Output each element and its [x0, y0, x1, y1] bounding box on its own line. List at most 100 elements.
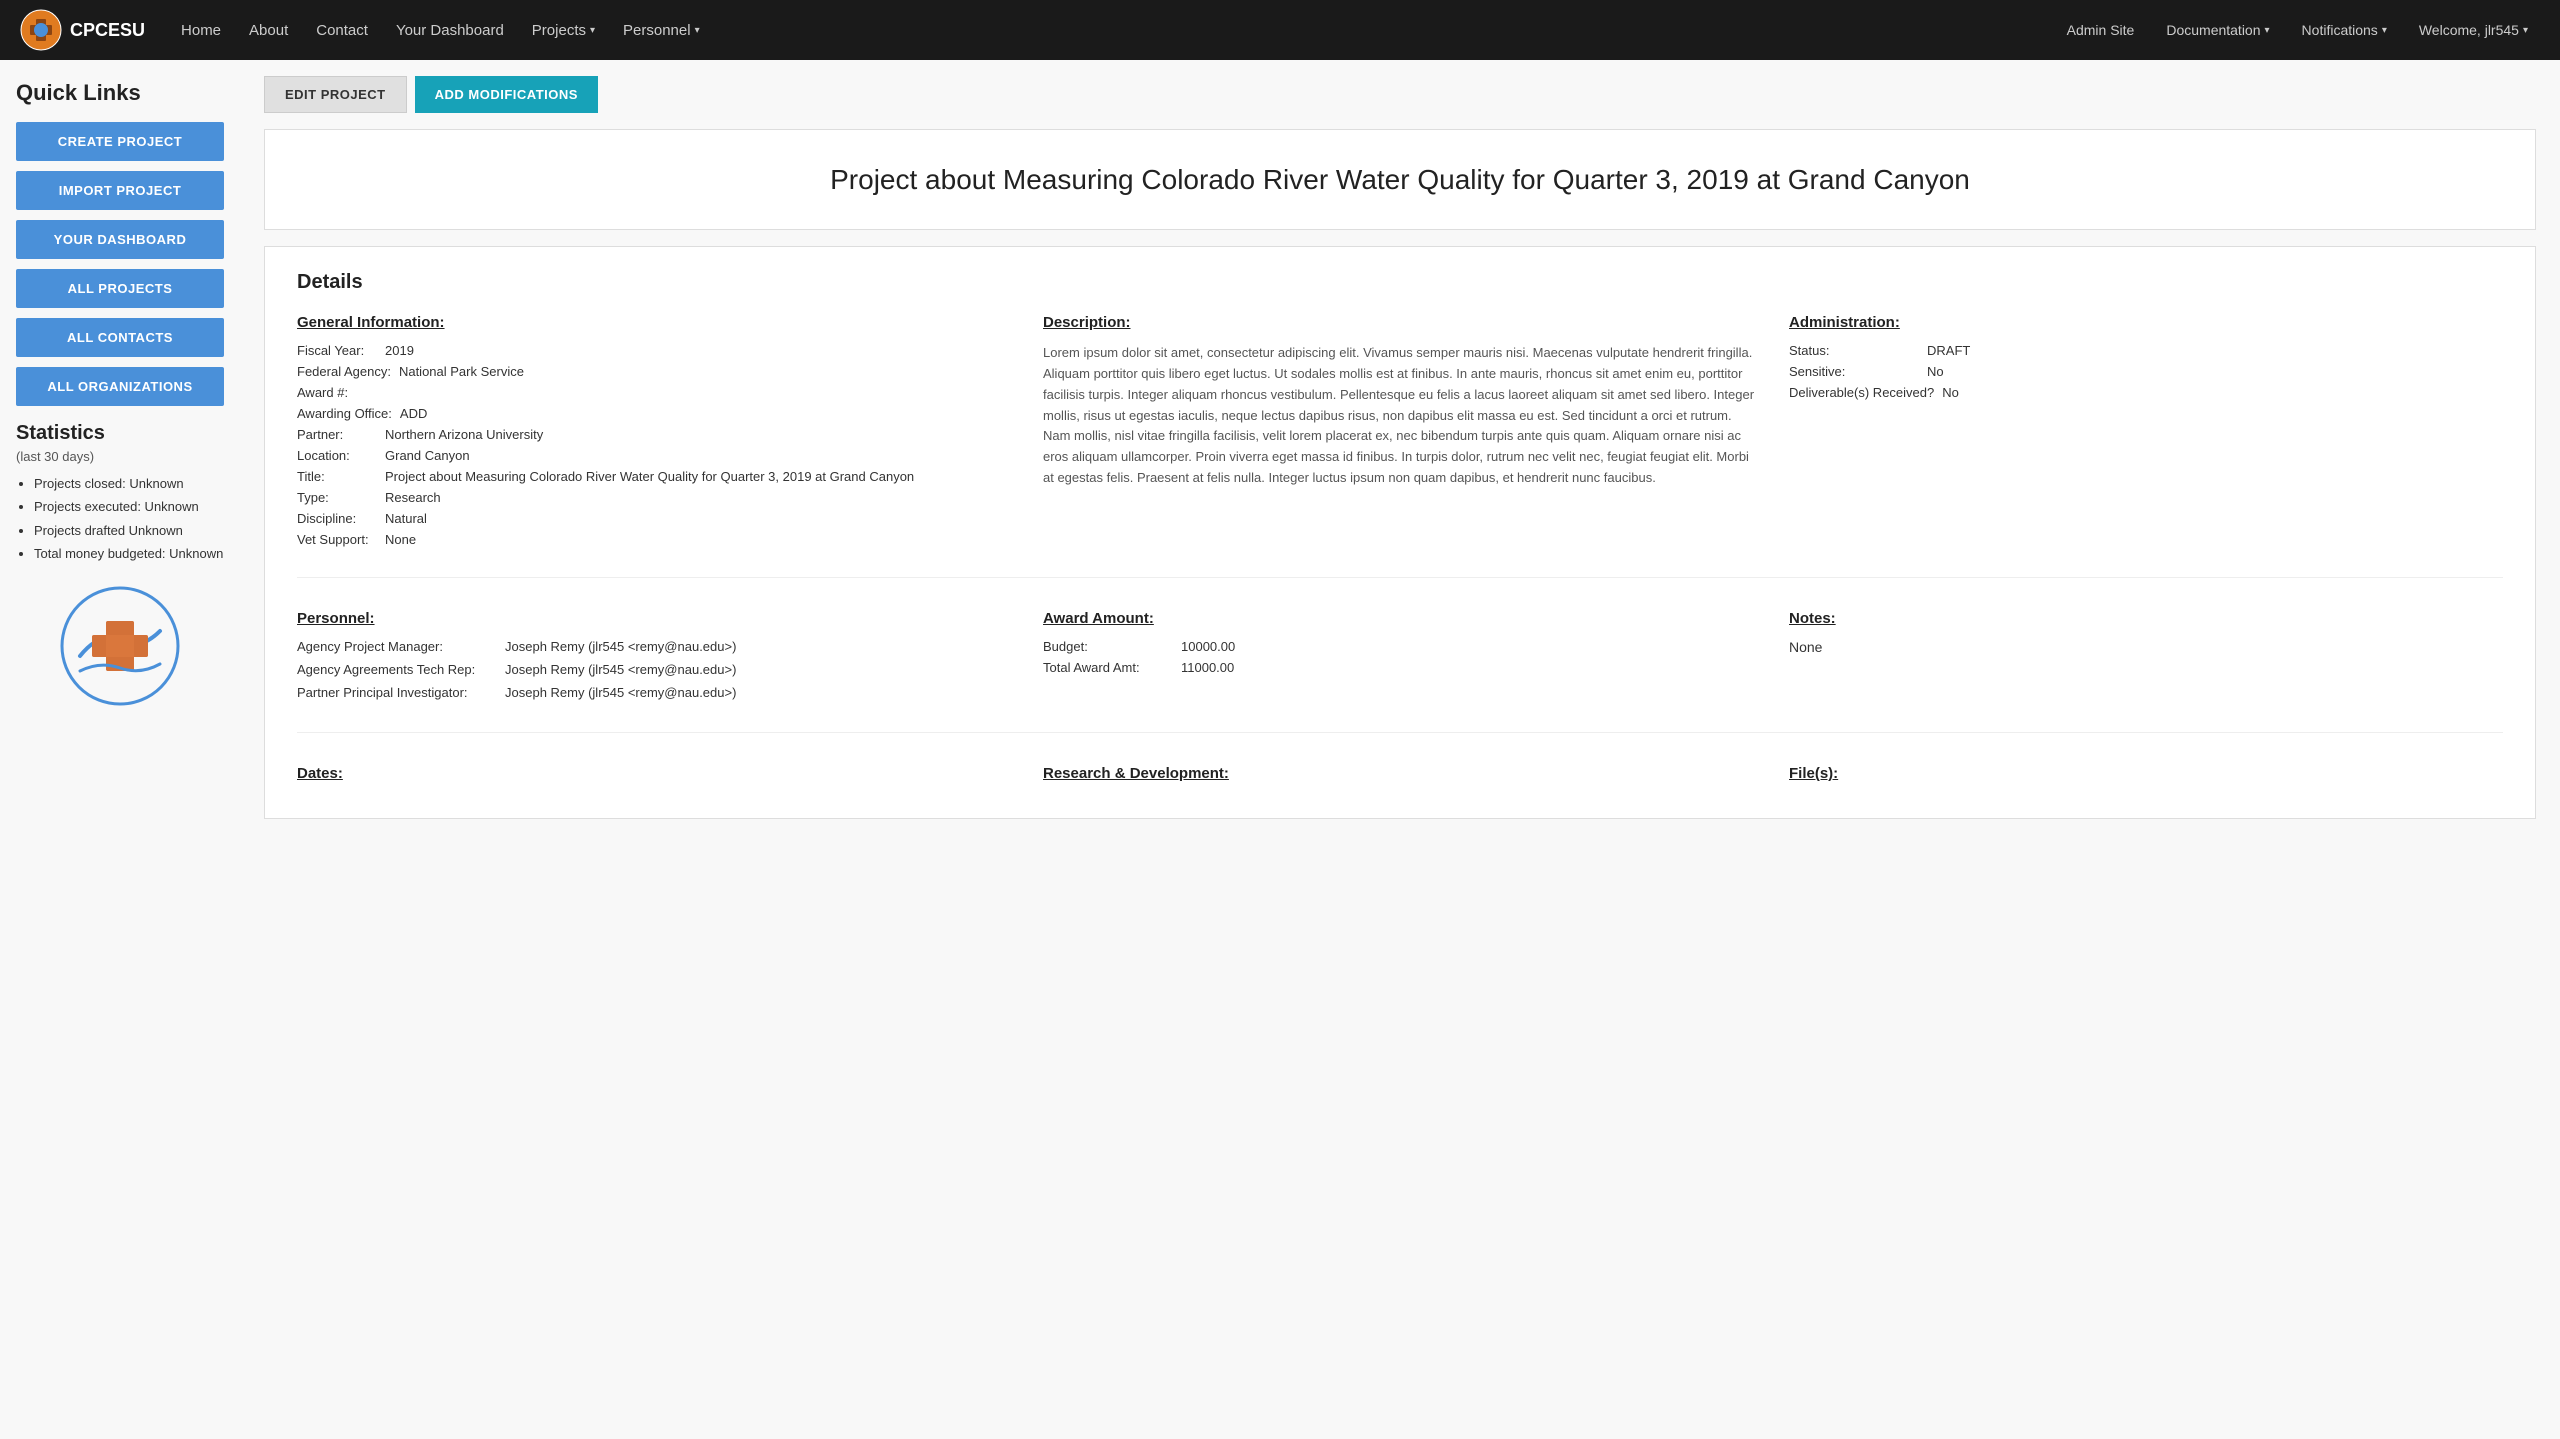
status-value: DRAFT [1927, 343, 1970, 358]
notes-heading: Notes: [1789, 610, 2503, 627]
vet-support-value: None [385, 532, 1011, 547]
federal-agency-label: Federal Agency: [297, 364, 391, 379]
agency-tech-rep-value: Joseph Remy (jlr545 <remy@nau.edu>) [505, 662, 736, 677]
sensitive-value: No [1927, 364, 1944, 379]
navbar-right: Admin Site Documentation ▾ Notifications… [2055, 14, 2540, 46]
fiscal-year-label: Fiscal Year: [297, 343, 377, 358]
statistics-subtitle: (last 30 days) [16, 449, 224, 464]
administration-heading: Administration: [1789, 314, 2503, 331]
sensitive-label: Sensitive: [1789, 364, 1919, 379]
add-modifications-button[interactable]: ADD MODIFICATIONS [415, 76, 598, 113]
awarding-office-value: ADD [400, 406, 1011, 421]
research-development-section: Research & Development: [1043, 765, 1757, 794]
section-divider-2 [297, 732, 2503, 733]
research-development-heading: Research & Development: [1043, 765, 1757, 782]
description-section: Description: Lorem ipsum dolor sit amet,… [1043, 314, 1757, 553]
brand-name: CPCESU [70, 20, 145, 41]
description-text: Lorem ipsum dolor sit amet, consectetur … [1043, 343, 1757, 489]
administration-section: Administration: Status: DRAFT Sensitive:… [1789, 314, 2503, 553]
details-card: Details General Information: Fiscal Year… [264, 246, 2536, 819]
sidebar-logo-container [16, 586, 224, 709]
nav-documentation-dropdown[interactable]: Documentation ▾ [2154, 14, 2281, 46]
cpcesu-logo-icon [20, 9, 62, 51]
partner-label: Partner: [297, 427, 377, 442]
budget-label: Budget: [1043, 639, 1173, 654]
personnel-section: Personnel: Agency Project Manager: Josep… [297, 610, 1011, 708]
dates-section: Dates: [297, 765, 1011, 794]
nav-welcome-dropdown[interactable]: Welcome, jlr545 ▾ [2407, 14, 2540, 46]
details-second-row: Personnel: Agency Project Manager: Josep… [297, 610, 2503, 708]
vet-support-label: Vet Support: [297, 532, 377, 547]
edit-project-button[interactable]: EDIT PROJECT [264, 76, 407, 113]
discipline-label: Discipline: [297, 511, 377, 526]
stat-projects-closed: Projects closed: Unknown [34, 472, 224, 495]
title-value: Project about Measuring Colorado River W… [385, 469, 1011, 484]
action-buttons: EDIT PROJECT ADD MODIFICATIONS [264, 76, 2536, 113]
award-amount-section: Award Amount: Budget: 10000.00 Total Awa… [1043, 610, 1757, 708]
project-title-card: Project about Measuring Colorado River W… [264, 129, 2536, 230]
navbar-brand-link[interactable]: CPCESU [20, 9, 145, 51]
status-label: Status: [1789, 343, 1919, 358]
type-label: Type: [297, 490, 377, 505]
award-num-label: Award #: [297, 385, 377, 400]
budget-value: 10000.00 [1181, 639, 1235, 654]
import-project-button[interactable]: IMPORT PROJECT [16, 171, 224, 210]
total-award-label: Total Award Amt: [1043, 660, 1173, 675]
details-third-row: Dates: Research & Development: File(s): [297, 765, 2503, 794]
agency-pm-label: Agency Project Manager: [297, 639, 497, 654]
title-label: Title: [297, 469, 377, 484]
award-amount-heading: Award Amount: [1043, 610, 1757, 627]
main-nav: Home About Contact Your Dashboard Projec… [169, 14, 712, 47]
nav-home[interactable]: Home [169, 14, 233, 47]
chevron-down-icon: ▾ [2523, 25, 2528, 36]
all-projects-button[interactable]: ALL PROJECTS [16, 269, 224, 308]
files-heading: File(s): [1789, 765, 2503, 782]
create-project-button[interactable]: CREATE PROJECT [16, 122, 224, 161]
awarding-office-label: Awarding Office: [297, 406, 392, 421]
chevron-down-icon: ▾ [590, 25, 595, 36]
nav-notifications-dropdown[interactable]: Notifications ▾ [2290, 14, 2399, 46]
notes-section: Notes: None [1789, 610, 2503, 708]
location-value: Grand Canyon [385, 448, 1011, 463]
partner-value: Northern Arizona University [385, 427, 1011, 442]
statistics-title: Statistics [16, 422, 224, 445]
files-section: File(s): [1789, 765, 2503, 794]
your-dashboard-button[interactable]: YOUR DASHBOARD [16, 220, 224, 259]
dates-heading: Dates: [297, 765, 1011, 782]
sidebar: Quick Links CREATE PROJECT IMPORT PROJEC… [0, 60, 240, 1439]
agency-tech-rep-label: Agency Agreements Tech Rep: [297, 662, 497, 677]
federal-agency-value: National Park Service [399, 364, 1011, 379]
stat-projects-executed: Projects executed: Unknown [34, 495, 224, 518]
nav-contact[interactable]: Contact [304, 14, 380, 47]
section-divider [297, 577, 2503, 578]
main-content: EDIT PROJECT ADD MODIFICATIONS Project a… [240, 60, 2560, 1439]
award-num-value [385, 385, 1011, 400]
agency-pm-value: Joseph Remy (jlr545 <remy@nau.edu>) [505, 639, 736, 654]
partner-pi-label: Partner Principal Investigator: [297, 685, 497, 700]
stat-projects-drafted: Projects drafted Unknown [34, 519, 224, 542]
partner-pi-value: Joseph Remy (jlr545 <remy@nau.edu>) [505, 685, 736, 700]
details-heading: Details [297, 271, 2503, 294]
statistics-list: Projects closed: Unknown Projects execut… [16, 472, 224, 566]
description-heading: Description: [1043, 314, 1757, 331]
total-award-value: 11000.00 [1181, 660, 1234, 675]
nav-admin-site[interactable]: Admin Site [2055, 14, 2147, 46]
nav-personnel-dropdown[interactable]: Personnel ▾ [611, 14, 712, 47]
fiscal-year-value: 2019 [385, 343, 1011, 358]
nav-projects-dropdown[interactable]: Projects ▾ [520, 14, 607, 47]
all-contacts-button[interactable]: ALL CONTACTS [16, 318, 224, 357]
chevron-down-icon: ▾ [2382, 25, 2387, 36]
navbar: CPCESU Home About Contact Your Dashboard… [0, 0, 2560, 60]
general-information-section: General Information: Fiscal Year: 2019 F… [297, 314, 1011, 553]
all-organizations-button[interactable]: ALL ORGANIZATIONS [16, 367, 224, 406]
discipline-value: Natural [385, 511, 1011, 526]
nav-about[interactable]: About [237, 14, 300, 47]
deliverables-label: Deliverable(s) Received? [1789, 385, 1934, 400]
chevron-down-icon: ▾ [2265, 25, 2270, 36]
nav-dashboard[interactable]: Your Dashboard [384, 14, 516, 47]
quick-links-title: Quick Links [16, 80, 224, 106]
chevron-down-icon: ▾ [695, 25, 700, 36]
deliverables-value: No [1942, 385, 1959, 400]
location-label: Location: [297, 448, 377, 463]
notes-text: None [1789, 639, 2503, 655]
